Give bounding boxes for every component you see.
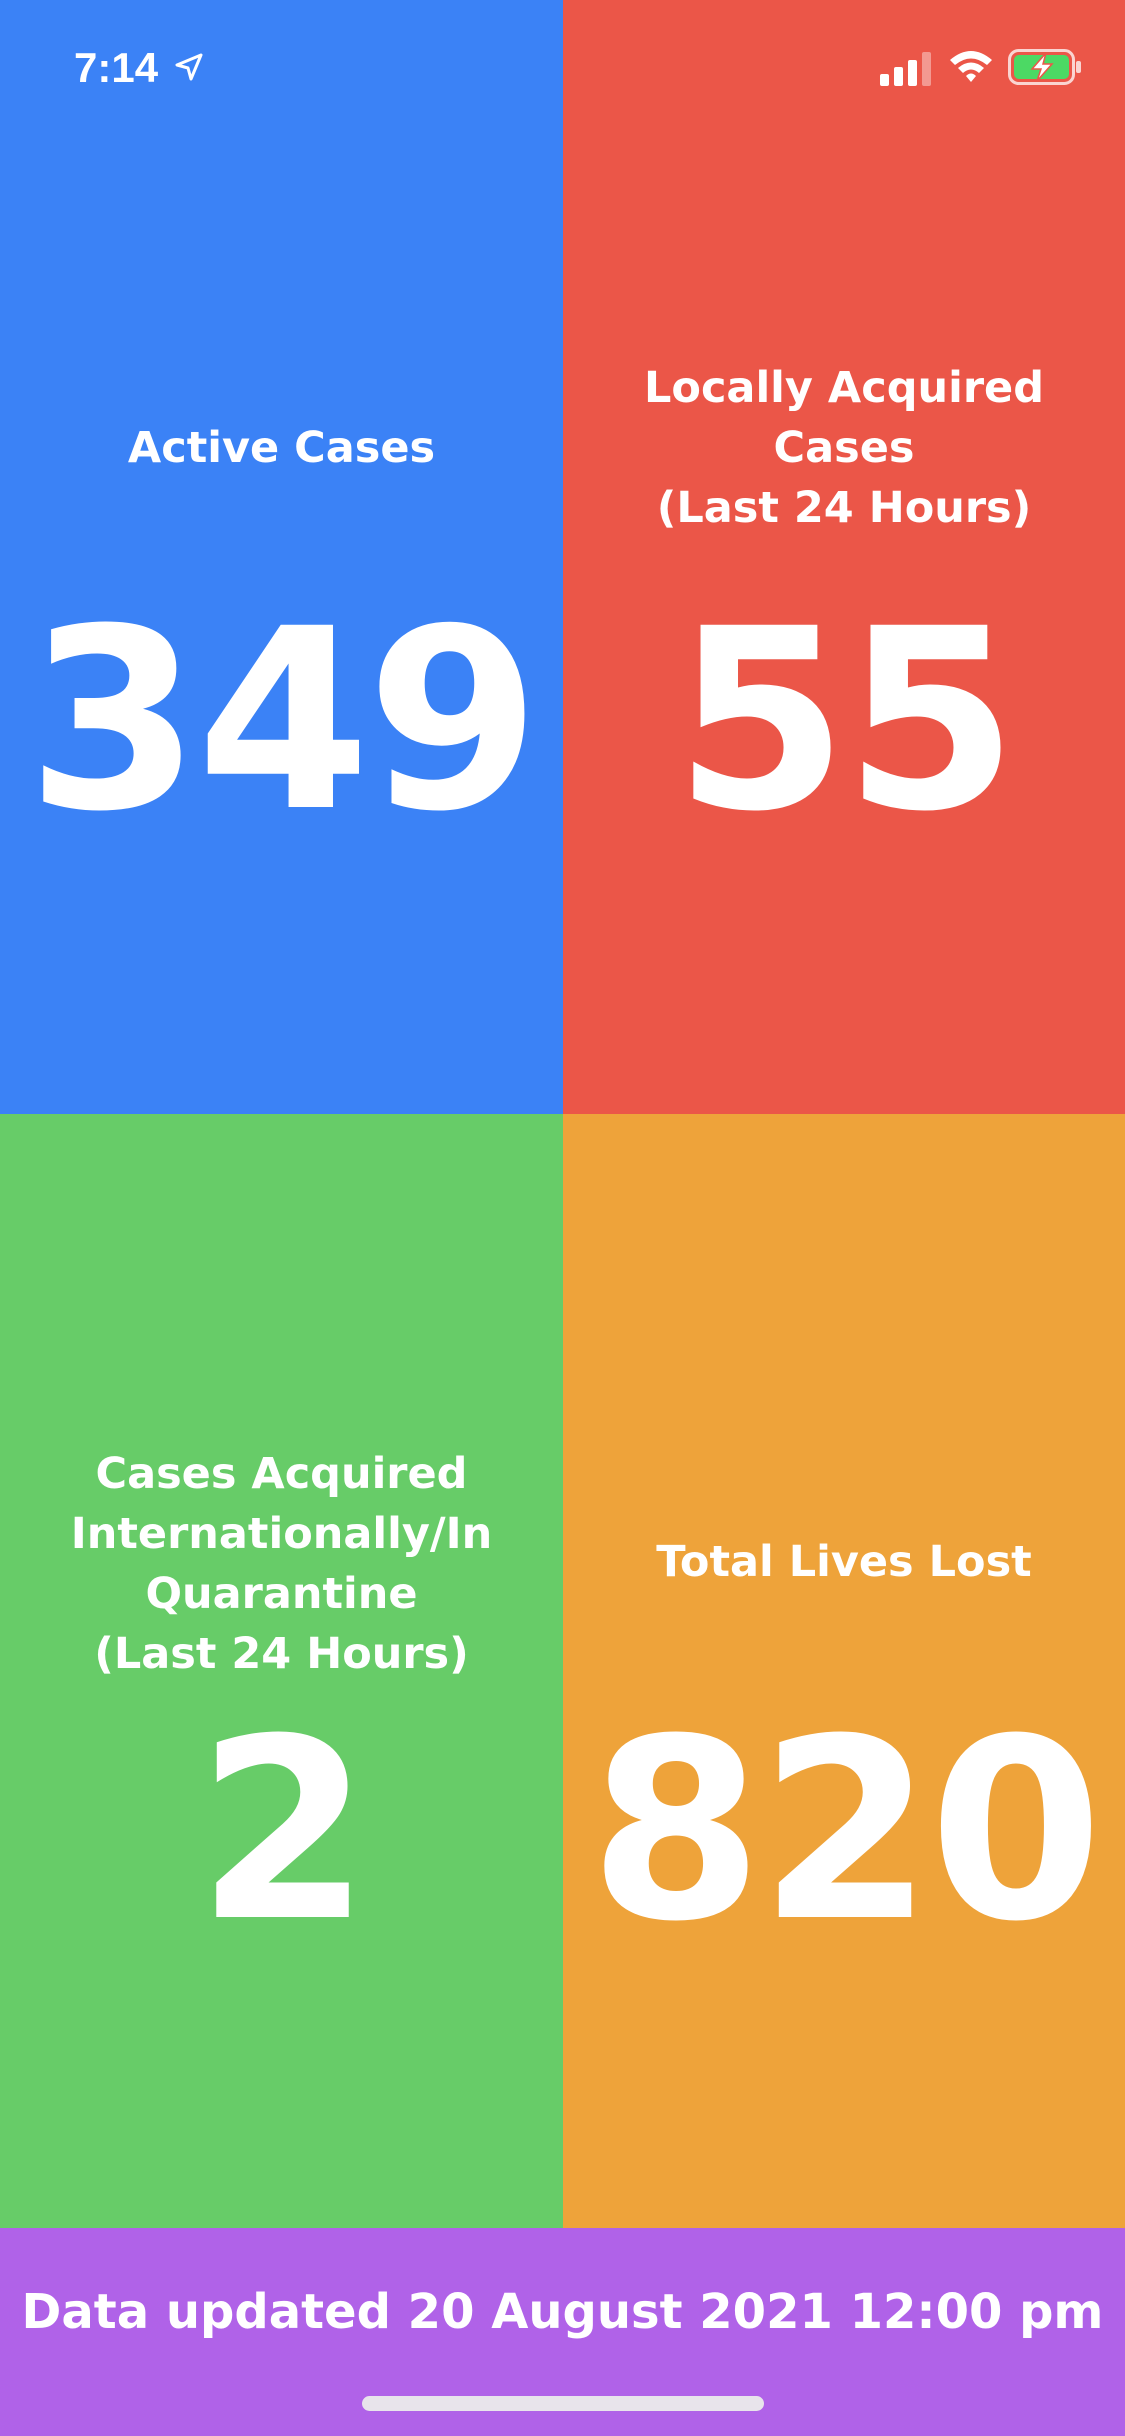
location-arrow-icon [175, 53, 203, 81]
cellular-signal-icon [880, 52, 931, 86]
active-cases-tile: Active Cases 349 [0, 0, 563, 1114]
lives-lost-label: Total Lives Lost [656, 1537, 1032, 1587]
home-indicator[interactable] [362, 2396, 764, 2411]
covid-stats-screen: 7:14 Active Cases 349 Locally Acquired C… [0, 0, 1125, 2436]
international-cases-tile: Cases Acquired Internationally/In Quaran… [0, 1114, 563, 2228]
active-cases-value: 349 [26, 575, 541, 866]
local-cases-tile: Locally Acquired Cases (Last 24 Hours) 5… [563, 0, 1125, 1114]
data-updated-text: Data updated 20 August 2021 12:00 pm [21, 2284, 1104, 2340]
lives-lost-tile: Total Lives Lost 820 [563, 1114, 1125, 2228]
international-cases-label: Cases Acquired Internationally/In Quaran… [70, 1449, 493, 1679]
active-cases-label: Active Cases [127, 423, 436, 473]
battery-charging-icon [1008, 49, 1081, 85]
international-cases-value: 2 [196, 1685, 371, 1976]
status-time: 7:14 [74, 44, 159, 91]
lives-lost-value: 820 [589, 1685, 1103, 1976]
local-cases-value: 55 [674, 575, 1018, 866]
local-cases-label: Locally Acquired Cases (Last 24 Hours) [644, 363, 1044, 533]
wifi-icon [950, 51, 992, 82]
status-bar: 7:14 [0, 0, 1125, 140]
